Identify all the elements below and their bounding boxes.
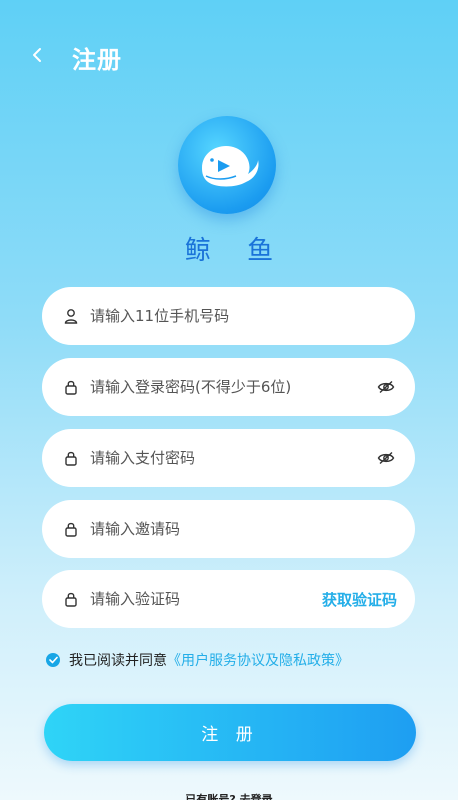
app-name: 鲸 鱼 <box>184 236 288 266</box>
login-password-field <box>42 358 415 416</box>
phone-field <box>42 287 415 345</box>
pay-password-field <box>42 429 415 487</box>
eye-off-icon[interactable] <box>375 376 397 398</box>
invite-code-field <box>42 500 415 558</box>
invite-code-input[interactable] <box>90 520 397 538</box>
lock-icon <box>64 591 78 607</box>
login-link[interactable]: 已有账号? 去登录 <box>0 790 458 800</box>
agreement-row: 我已阅读并同意 《用户服务协议及隐私政策》 <box>46 650 349 670</box>
eye-off-icon[interactable] <box>375 447 397 469</box>
agreement-link[interactable]: 《用户服务协议及隐私政策》 <box>167 650 349 670</box>
page-title: 注册 <box>72 46 122 74</box>
agreement-text: 我已阅读并同意 <box>69 653 167 669</box>
login-password-input[interactable] <box>90 378 375 396</box>
check-icon <box>48 656 58 664</box>
lock-icon <box>64 450 78 466</box>
user-icon <box>64 308 78 324</box>
app-logo <box>178 116 276 214</box>
lock-icon <box>64 379 78 395</box>
get-code-button[interactable]: 获取验证码 <box>322 589 397 610</box>
chevron-left-icon <box>33 48 41 62</box>
verify-code-input[interactable] <box>90 590 322 608</box>
phone-input[interactable] <box>90 307 397 325</box>
pay-password-input[interactable] <box>90 449 375 467</box>
verify-code-field: 获取验证码 <box>42 570 415 628</box>
agreement-checkbox[interactable] <box>46 653 60 667</box>
lock-icon <box>64 521 78 537</box>
header: 注册 <box>0 0 458 110</box>
whale-logo-icon <box>202 146 259 187</box>
back-button[interactable] <box>22 40 52 70</box>
register-button[interactable]: 注 册 <box>44 704 416 761</box>
